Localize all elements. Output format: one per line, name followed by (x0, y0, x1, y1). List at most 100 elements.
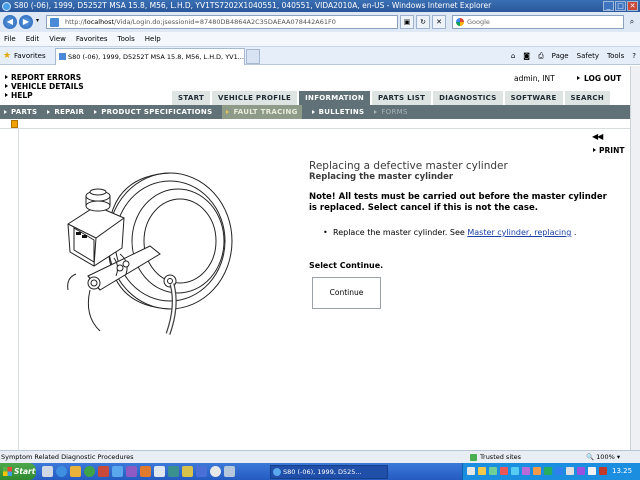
vertical-scrollbar[interactable] (630, 66, 640, 450)
show-desktop-icon[interactable] (42, 466, 53, 477)
media-quicklaunch-icon[interactable] (98, 466, 109, 477)
tray-icon[interactable] (555, 467, 563, 475)
app4-quicklaunch-icon[interactable] (140, 466, 151, 477)
tray-icon[interactable] (577, 467, 585, 475)
app3-quicklaunch-icon[interactable] (126, 466, 137, 477)
maximize-button[interactable]: □ (615, 1, 626, 11)
tab-parts-list[interactable]: PARTS LIST (372, 91, 432, 105)
previous-step-icon[interactable]: ◀◀ (592, 132, 603, 141)
subnav-fault-tracing[interactable]: FAULT TRACING (222, 105, 302, 119)
feeds-icon[interactable]: ◙ (523, 50, 530, 62)
page-menu[interactable]: Page (552, 50, 569, 62)
tray-icon[interactable] (489, 467, 497, 475)
folder-quicklaunch-icon[interactable] (70, 466, 81, 477)
menu-edit[interactable]: Edit (26, 35, 40, 43)
tray-icon[interactable] (511, 467, 519, 475)
menu-favorites[interactable]: Favorites (76, 35, 108, 43)
bullet-end: . (573, 228, 577, 237)
browser-tab[interactable]: S80 (-06), 1999, D5252T MSA 15.8, M56, L… (55, 48, 245, 65)
tray-icon[interactable] (478, 467, 486, 475)
window-title: S80 (-06), 1999, D5252T MSA 15.8, M56, L… (14, 1, 492, 10)
note-text: Note! All tests must be carried out befo… (309, 192, 607, 213)
forward-button[interactable]: ▶ (19, 15, 33, 29)
subnav-product-specifications[interactable]: PRODUCT SPECIFICATIONS (94, 108, 212, 116)
taskbar-clock: 13.25 (612, 467, 633, 475)
tray-icon[interactable] (522, 467, 530, 475)
tab-information[interactable]: INFORMATION (299, 91, 371, 105)
trusted-sites-icon (470, 454, 477, 461)
menu-file[interactable]: File (4, 35, 16, 43)
tray-icon[interactable] (566, 467, 574, 475)
subnav-repair[interactable]: REPAIR (47, 108, 84, 116)
ie-quicklaunch-icon[interactable] (56, 466, 67, 477)
refresh-icon[interactable]: ↻ (416, 15, 430, 29)
tray-icon[interactable] (467, 467, 475, 475)
history-dropdown-icon[interactable]: ▾ (36, 17, 39, 24)
app10-quicklaunch-icon[interactable] (224, 466, 235, 477)
internet-explorer-icon (2, 2, 11, 11)
volume-icon[interactable] (588, 467, 596, 475)
taskbar-ie-window[interactable]: S80 (-06), 1999, D525... (270, 465, 388, 479)
app-quicklaunch-icon[interactable] (84, 466, 95, 477)
app5-quicklaunch-icon[interactable] (154, 466, 165, 477)
vehicle-details-link[interactable]: VEHICLE DETAILS (4, 82, 84, 91)
favorites-bar: ★ Favorites S80 (-06), 1999, D5252T MSA … (0, 47, 640, 65)
trace-marker-icon[interactable] (11, 120, 18, 128)
search-input[interactable]: Google (452, 15, 624, 29)
tab-diagnostics[interactable]: DIAGNOSTICS (433, 91, 503, 105)
google-icon (456, 18, 464, 26)
menu-view[interactable]: View (49, 35, 66, 43)
stop-icon[interactable]: ✕ (432, 15, 446, 29)
menu-help[interactable]: Help (145, 35, 161, 43)
close-window-button[interactable]: ✕ (627, 1, 638, 11)
safety-menu[interactable]: Safety (577, 50, 599, 62)
continue-button[interactable]: Continue (312, 277, 381, 309)
web-page: REPORT ERRORS VEHICLE DETAILS HELP admin… (0, 66, 630, 450)
tray-icon[interactable] (500, 467, 508, 475)
ie-task-icon (273, 468, 281, 476)
tab-search[interactable]: SEARCH (564, 91, 610, 105)
favorites-button[interactable]: ★ Favorites (3, 50, 46, 62)
instruction-panel: Replacing a defective master cylinder Re… (309, 160, 609, 309)
new-tab-button[interactable] (246, 49, 260, 64)
print-link[interactable]: PRINT (592, 146, 624, 155)
app8-quicklaunch-icon[interactable] (196, 466, 207, 477)
app9-quicklaunch-icon[interactable] (210, 466, 221, 477)
tab-start[interactable]: START (172, 91, 211, 105)
home-icon[interactable]: ⌂ (511, 50, 515, 62)
report-errors-link[interactable]: REPORT ERRORS (4, 73, 84, 82)
search-icon[interactable]: ⌕ (626, 15, 638, 29)
zoom-level[interactable]: 🔍 100% ▾ (586, 451, 620, 463)
security-zone[interactable]: Trusted sites (470, 451, 521, 463)
tab-software[interactable]: SOFTWARE (504, 91, 563, 105)
subnav-forms[interactable]: FORMS (374, 108, 407, 116)
logout-link[interactable]: LOG OUT (576, 74, 621, 83)
print-toolbar-icon[interactable]: ⎙ (538, 50, 544, 62)
help-toolbar-icon[interactable]: ? (632, 50, 636, 62)
main-tabs: START VEHICLE PROFILE INFORMATION PARTS … (172, 91, 610, 105)
back-button[interactable]: ◀ (3, 15, 17, 29)
user-name: admin, INT (514, 74, 555, 83)
utility-links: REPORT ERRORS VEHICLE DETAILS HELP (4, 73, 84, 100)
tray-icon[interactable] (533, 467, 541, 475)
subnav-bulletins[interactable]: BULLETINS (311, 108, 365, 116)
app6-quicklaunch-icon[interactable] (168, 466, 179, 477)
compatibility-view-icon[interactable]: ▣ (400, 15, 414, 29)
start-button[interactable]: Start (0, 463, 36, 480)
tab-vehicle-profile[interactable]: VEHICLE PROFILE (212, 91, 298, 105)
app2-quicklaunch-icon[interactable] (112, 466, 123, 477)
menu-tools[interactable]: Tools (118, 35, 135, 43)
master-cylinder-replacing-link[interactable]: Master cylinder, replacing (467, 228, 571, 237)
subnav-parts[interactable]: PARTS (4, 108, 37, 116)
tray-icon[interactable] (599, 467, 607, 475)
minimize-button[interactable]: _ (603, 1, 614, 11)
page-subtitle: Replacing the master cylinder (309, 172, 454, 182)
windows-logo-icon (3, 467, 12, 476)
app7-quicklaunch-icon[interactable] (182, 466, 193, 477)
menu-bar: File Edit View Favorites Tools Help (0, 32, 640, 47)
tab-page-icon (59, 53, 66, 60)
tools-menu[interactable]: Tools (607, 50, 624, 62)
address-input[interactable]: http://localhost/Vida/Login.do;jsessioni… (46, 15, 398, 29)
help-link[interactable]: HELP (4, 91, 84, 100)
tray-icon[interactable] (544, 467, 552, 475)
